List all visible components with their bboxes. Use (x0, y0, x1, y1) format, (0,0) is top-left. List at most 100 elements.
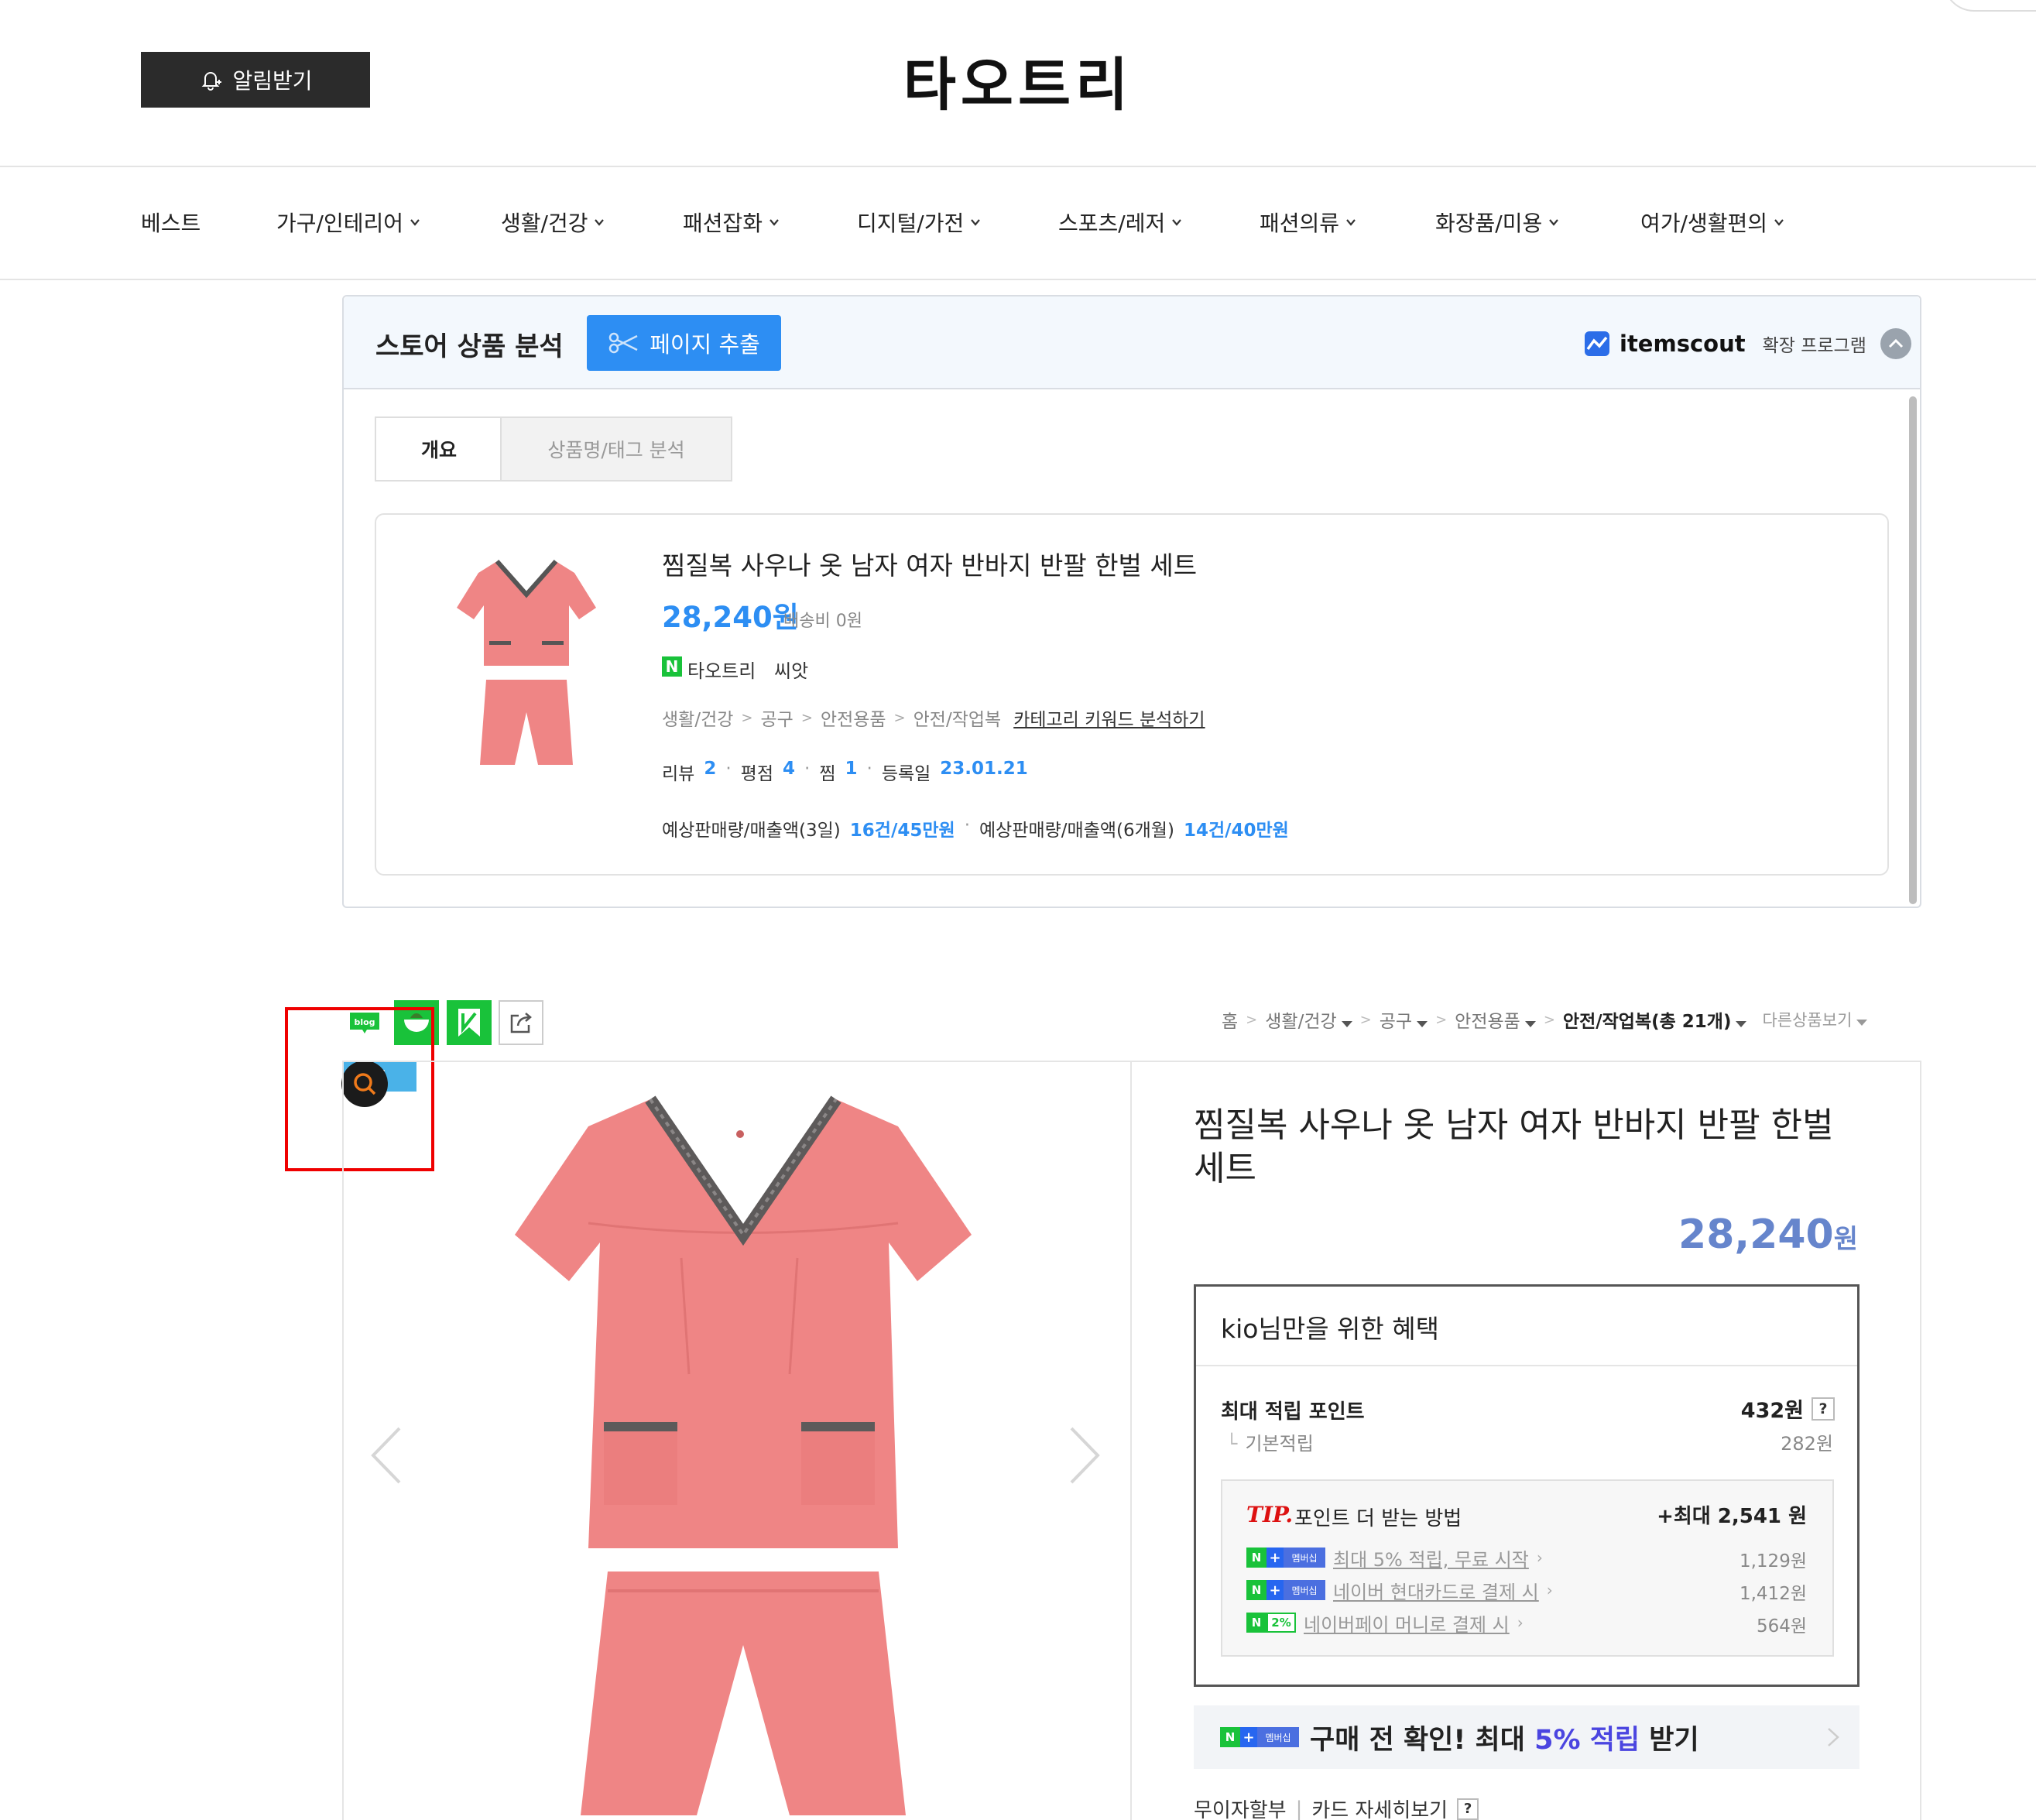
prev-image-arrow[interactable] (367, 1424, 406, 1486)
corner-decoration (1943, 0, 2036, 12)
product-stats: 리뷰 2 · 평점 4 · 찜 1 · 등록일 23.01.21 (662, 759, 1028, 785)
product-main-image[interactable] (495, 1088, 983, 1820)
benefit-title: kio님만을 위한 혜택 (1221, 1314, 1439, 1344)
other-products-link[interactable]: 다른상품보기 (1762, 1008, 1868, 1031)
point-tip-row[interactable]: N 2% 네이버페이 머니로 결제 시 › (1246, 1611, 1524, 1636)
card-help-button[interactable]: ? (1457, 1798, 1479, 1820)
point-tip-row[interactable]: N + 멤버십 네이버 현대카드로 결제 시 › (1246, 1578, 1553, 1603)
tip-row-amount: 1,412원 (1739, 1584, 1807, 1604)
separator: | (1295, 1797, 1303, 1820)
chevron-right-icon: › (1517, 1613, 1524, 1632)
tree-branch-icon: └ (1226, 1433, 1238, 1455)
naver-membership-badge: N + 멤버십 (1220, 1727, 1299, 1747)
breadcrumb-label: 공구 (1379, 1012, 1413, 1032)
stat-value: 23.01.21 (940, 759, 1028, 779)
category-item: 공구 (760, 710, 793, 730)
nav-item-label: 스포츠/레저 (1058, 211, 1166, 236)
tip-row-text: 네이버페이 머니로 결제 시 (1304, 1613, 1510, 1636)
stat-label: 리뷰 (662, 764, 695, 784)
base-point-value: 282원 (1781, 1433, 1833, 1455)
promo-post: 받기 (1640, 1724, 1699, 1756)
breadcrumb-item[interactable]: 안전용품 (1455, 1006, 1536, 1033)
percent-badge: 2% (1267, 1613, 1296, 1633)
membership-label: 멤버십 (1257, 1727, 1299, 1747)
breadcrumb-item[interactable]: 홈 (1222, 1006, 1238, 1033)
category-keyword-link[interactable]: 카테고리 키워드 분석하기 (1013, 704, 1205, 731)
nav-item[interactable]: 베스트 (141, 203, 201, 242)
breadcrumb-separator: > (1435, 1011, 1448, 1028)
breadcrumb-label: 홈 (1222, 1012, 1239, 1032)
promo-pre: 구매 전 확인! 최대 (1310, 1724, 1535, 1756)
naver-n-icon: N (662, 656, 682, 677)
nav-item[interactable]: 가구/인테리어 (276, 203, 422, 242)
point-help-button[interactable]: ? (1811, 1397, 1835, 1421)
breadcrumb-item[interactable]: 공구 (1380, 1006, 1428, 1033)
breadcrumb-label: 안전/작업복(총 21개) (1562, 1012, 1732, 1032)
collapse-button[interactable] (1880, 328, 1911, 359)
nav-item[interactable]: 스포츠/레저 (1058, 203, 1184, 242)
breadcrumb-item[interactable]: 안전/작업복(총 21개) (1563, 1006, 1747, 1033)
max-point-label: 최대 적립 포인트 (1221, 1400, 1365, 1424)
nav-item-label: 패션의류 (1260, 211, 1340, 236)
category-item: 안전/작업복 (913, 710, 1002, 730)
naver-n-icon: N (1246, 1580, 1267, 1600)
base-point-label: └ 기본적립 (1226, 1428, 1314, 1455)
naver-n-icon: N (1220, 1727, 1240, 1747)
nav-item[interactable]: 화장품/미용 (1435, 203, 1561, 242)
category-separator: > (741, 709, 753, 726)
nav-item-label: 디지털/가전 (857, 211, 965, 236)
naver-n-icon: N (1246, 1613, 1267, 1633)
max-point-value: 432원 (1740, 1399, 1804, 1423)
page-extract-button[interactable]: 페이지 추출 (587, 315, 781, 371)
panel-scrollbar[interactable] (1909, 396, 1917, 904)
point-tip-row[interactable]: N + 멤버십 최대 5% 적립, 무료 시작 › (1246, 1546, 1543, 1571)
chevron-down-icon (1774, 219, 1784, 226)
naver-membership-badge: N + 멤버십 (1246, 1580, 1325, 1600)
nav-item-label: 가구/인테리어 (276, 211, 403, 236)
band-share-button[interactable] (447, 1000, 492, 1045)
category-separator: > (800, 709, 813, 726)
shipping-fee: 배송비 0원 (783, 612, 862, 631)
chevron-down-icon (410, 219, 420, 226)
category-item: 안전용품 (820, 710, 886, 730)
nav-item[interactable]: 생활/건강 (501, 203, 606, 242)
store-title: 타오트리 (903, 52, 1133, 118)
dot-separator: · (866, 759, 872, 779)
product-name[interactable]: 찜질복 사우나 옷 남자 여자 반바지 반팔 한벌 세트 (662, 545, 1197, 582)
nav-item[interactable]: 디지털/가전 (857, 203, 982, 242)
tab-name-tag-analysis[interactable]: 상품명/태그 분석 (500, 416, 732, 482)
nav-item-label: 여가/생활편의 (1640, 211, 1767, 236)
naver-membership-badge: N + 멤버십 (1246, 1548, 1325, 1568)
membership-promo-banner[interactable]: N + 멤버십 구매 전 확인! 최대 5% 적립 받기 (1194, 1705, 1859, 1769)
itemscout-logo-icon (1585, 331, 1609, 356)
card-details-link[interactable]: 카드 자세히보기 (1311, 1794, 1448, 1820)
payment-info-row: 무이자할부 | 카드 자세히보기 ? (1194, 1794, 1479, 1820)
membership-label: 멤버십 (1284, 1548, 1325, 1568)
naver-pay-badge: N 2% (1246, 1613, 1296, 1633)
tab-overview[interactable]: 개요 (375, 416, 502, 482)
stat-label: 평점 (740, 764, 773, 784)
caret-down-icon (1417, 1021, 1428, 1027)
dot-separator: · (725, 759, 732, 779)
installment-link[interactable]: 무이자할부 (1194, 1794, 1287, 1820)
price-number: 28,240 (1678, 1212, 1834, 1258)
category-nav: 베스트 가구/인테리어 생활/건강 패션잡화 디지털/가전 스포츠/레저 패션의류 화장품/미… (141, 203, 1867, 242)
chevron-down-icon (971, 219, 981, 226)
nav-item[interactable]: 패션의류 (1260, 203, 1358, 242)
estimate-label: 예상판매량/매출액(3일) (662, 821, 841, 841)
promo-text: 구매 전 확인! 최대 5% 적립 받기 (1310, 1718, 1699, 1757)
category-item: 생활/건강 (662, 710, 734, 730)
share-button[interactable] (499, 1000, 543, 1045)
plus-icon: + (1240, 1727, 1257, 1747)
nav-item[interactable]: 패션잡화 (683, 203, 781, 242)
breadcrumb-item[interactable]: 생활/건강 (1265, 1006, 1352, 1033)
estimate-value: 16건/45만원 (849, 821, 955, 841)
promo-highlight: 5% 적립 (1534, 1724, 1640, 1756)
plus-icon: + (1267, 1548, 1284, 1568)
nav-item[interactable]: 여가/생활편의 (1640, 203, 1786, 242)
chevron-down-icon (1172, 219, 1182, 226)
bookmark-icon (458, 1009, 480, 1037)
stat-value: 2 (704, 759, 717, 779)
dot-separator: · (964, 815, 970, 835)
next-image-arrow[interactable] (1065, 1424, 1104, 1486)
